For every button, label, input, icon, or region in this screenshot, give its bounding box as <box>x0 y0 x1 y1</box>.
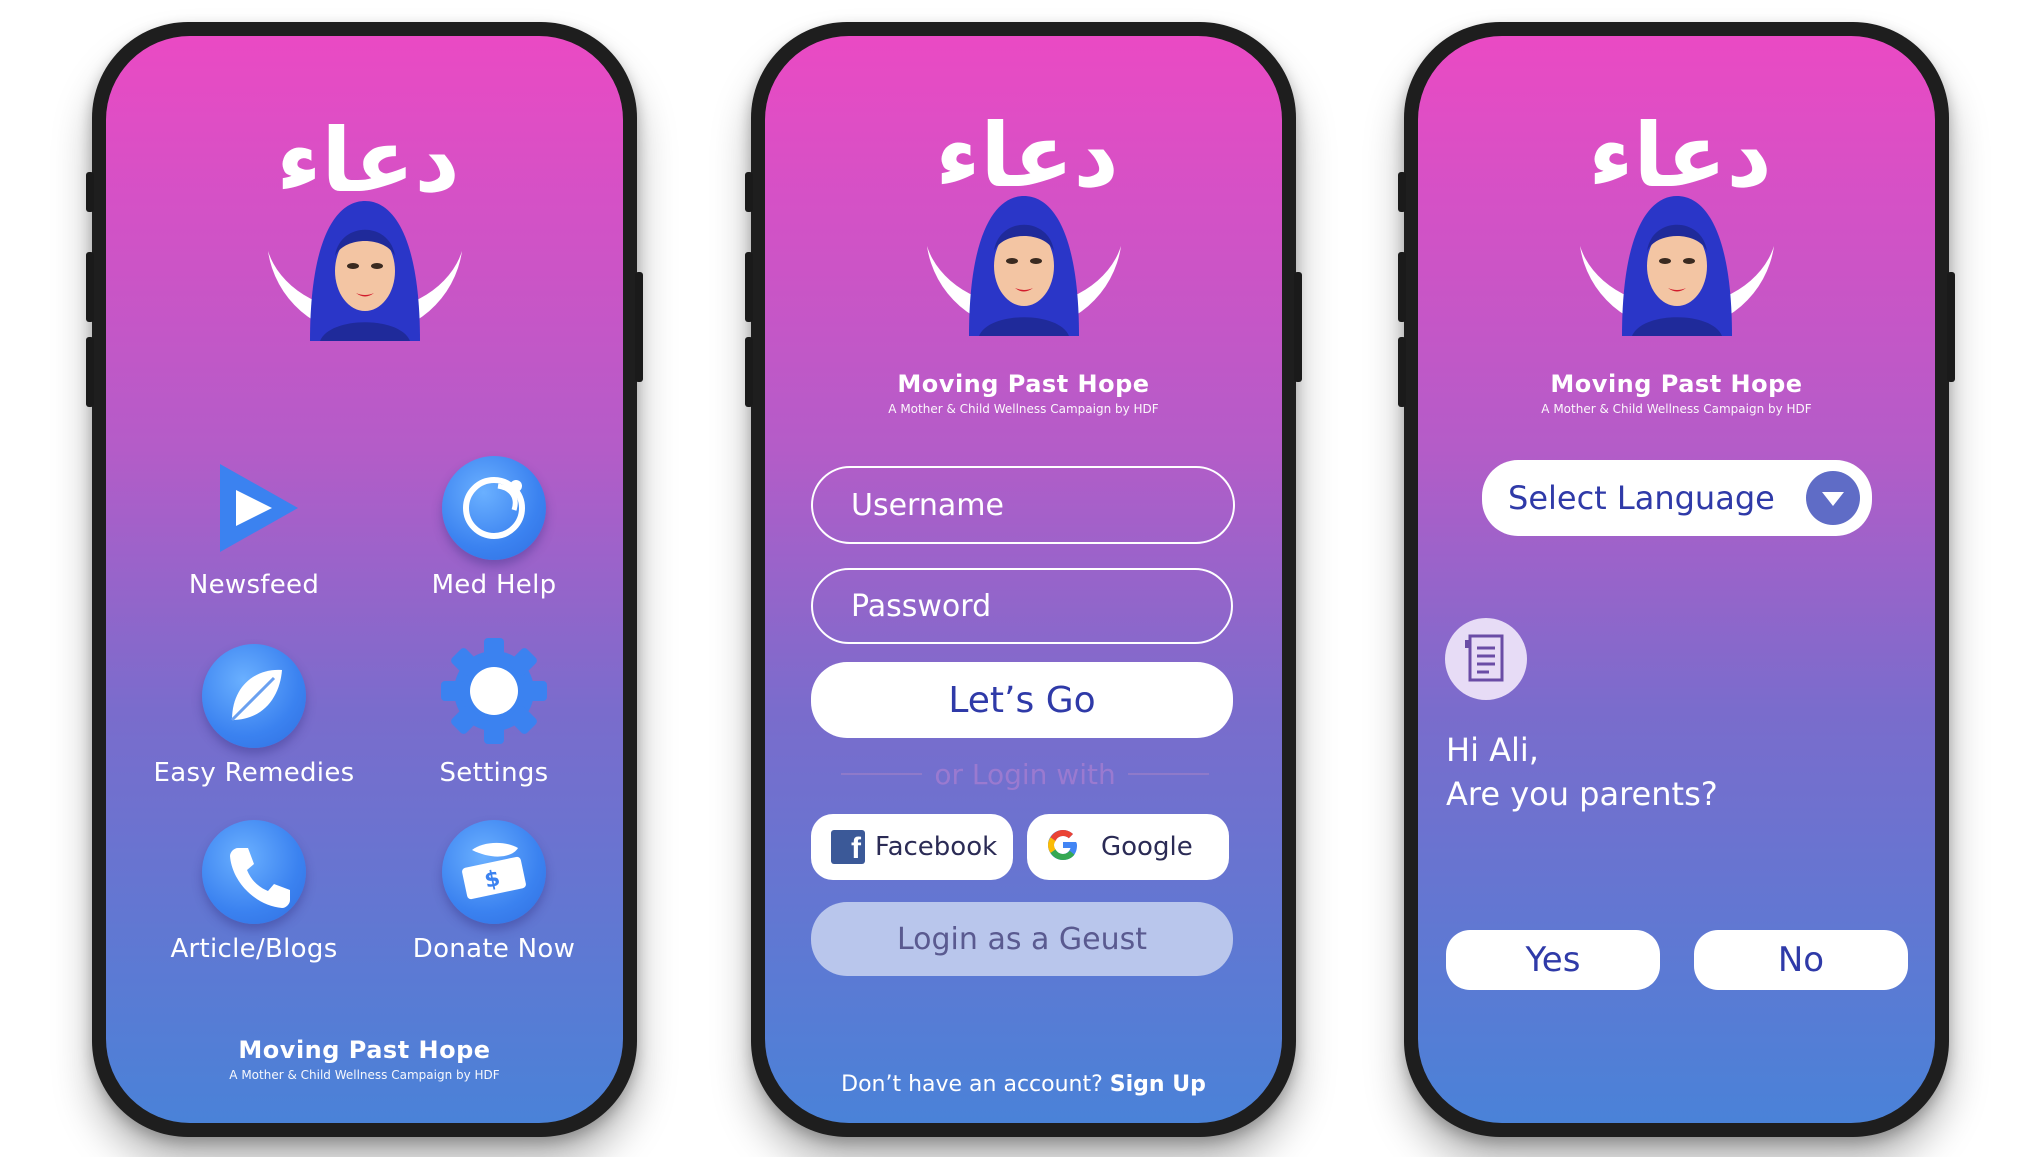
guest-login-label: Login as a Geust <box>896 921 1148 957</box>
divider-text: or Login with <box>934 757 1116 791</box>
play-icon <box>202 456 306 560</box>
facebook-button[interactable]: f Facebook <box>811 814 1013 880</box>
chevron-down-icon <box>1806 471 1860 525</box>
menu-newsfeed[interactable]: Newsfeed <box>144 456 364 600</box>
lets-go-label: Let’s Go <box>948 679 1096 721</box>
brand-header: Moving Past Hope A Mother & Child Wellne… <box>765 370 1282 416</box>
greeting-line-1: Hi Ali, <box>1446 731 1539 769</box>
app-logo: دعاء <box>909 86 1139 370</box>
login-divider: or Login with <box>841 754 1210 794</box>
yes-label: Yes <box>1525 940 1581 980</box>
onboarding-screen: دعاء Moving Past Hope A Mother & Child W… <box>1418 36 1935 1123</box>
menu-label: Easy Remedies <box>153 758 355 788</box>
stethoscope-icon <box>442 456 546 560</box>
greeting-line-2: Are you parents? <box>1446 775 1718 813</box>
menu-donate-now[interactable]: $ Donate Now <box>384 820 604 964</box>
phone-home: دعاء Newsfeed Med Help Easy Remedies Set… <box>86 22 643 1137</box>
facebook-icon: f <box>831 830 865 864</box>
app-logo: دعاء <box>250 91 480 375</box>
brand-subtitle: A Mother & Child Wellness Campaign by HD… <box>1541 402 1812 416</box>
home-screen: دعاء Newsfeed Med Help Easy Remedies Set… <box>106 36 623 1123</box>
brand-subtitle: A Mother & Child Wellness Campaign by HD… <box>229 1068 500 1082</box>
menu-label: Settings <box>439 758 549 788</box>
password-placeholder: Password <box>851 588 992 624</box>
gear-icon <box>437 634 551 748</box>
signup-row: Don’t have an account? Sign Up <box>765 1072 1282 1097</box>
facebook-label: Facebook <box>875 832 998 862</box>
app-logo: دعاء <box>1562 86 1792 370</box>
password-input[interactable]: Password <box>811 568 1233 644</box>
menu-settings[interactable]: Settings <box>384 638 604 788</box>
menu-label: Donate Now <box>412 934 576 964</box>
menu-easy-remedies[interactable]: Easy Remedies <box>144 644 364 788</box>
greeting-message: Hi Ali, Are you parents? <box>1446 728 1718 816</box>
logo-arabic-text: دعاء <box>1588 104 1771 207</box>
language-select-value: Select Language <box>1508 479 1775 517</box>
menu-article-blogs[interactable]: Article/Blogs <box>144 820 364 964</box>
yes-button[interactable]: Yes <box>1446 930 1660 990</box>
brand-title: Moving Past Hope <box>1550 370 1803 398</box>
brand-title: Moving Past Hope <box>238 1036 491 1064</box>
google-button[interactable]: Google <box>1027 814 1229 880</box>
brand-footer: Moving Past Hope A Mother & Child Wellne… <box>106 1036 623 1082</box>
menu-label: Med Help <box>431 570 557 600</box>
menu-label: Newsfeed <box>188 570 320 600</box>
logo-arabic-text: دعاء <box>276 109 459 212</box>
username-input[interactable]: Username <box>811 466 1235 544</box>
phone-icon <box>202 820 306 924</box>
language-select[interactable]: Select Language <box>1482 460 1872 536</box>
brand-subtitle: A Mother & Child Wellness Campaign by HD… <box>888 402 1159 416</box>
no-label: No <box>1777 940 1825 980</box>
brand-title: Moving Past Hope <box>897 370 1150 398</box>
no-button[interactable]: No <box>1694 930 1908 990</box>
logo-arabic-text: دعاء <box>935 104 1118 207</box>
phone-login: دعاء Moving Past Hope A Mother & Child W… <box>745 22 1302 1137</box>
google-icon <box>1045 827 1081 867</box>
leaf-icon <box>202 644 306 748</box>
login-screen: دعاء Moving Past Hope A Mother & Child W… <box>765 36 1282 1123</box>
google-label: Google <box>1101 832 1193 862</box>
money-icon: $ <box>442 820 546 924</box>
signup-prompt: Don’t have an account? <box>841 1072 1103 1097</box>
document-icon <box>1445 618 1527 700</box>
guest-login-button[interactable]: Login as a Geust <box>811 902 1233 976</box>
menu-label: Article/Blogs <box>170 934 338 964</box>
signup-link[interactable]: Sign Up <box>1110 1072 1206 1097</box>
brand-header: Moving Past Hope A Mother & Child Wellne… <box>1418 370 1935 416</box>
username-placeholder: Username <box>851 487 1004 523</box>
lets-go-button[interactable]: Let’s Go <box>811 662 1233 738</box>
menu-med-help[interactable]: Med Help <box>384 456 604 600</box>
phone-onboarding: دعاء Moving Past Hope A Mother & Child W… <box>1398 22 1955 1137</box>
